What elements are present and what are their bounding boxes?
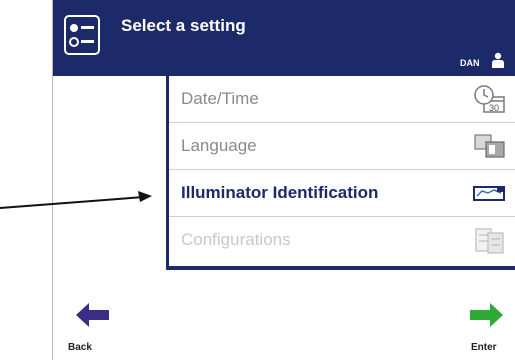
settings-list-inner: Date/Time 30 Language Illuminator Identi… — [169, 76, 515, 266]
setting-item-date-time[interactable]: Date/Time 30 — [169, 76, 515, 123]
page-title: Select a setting — [121, 16, 246, 35]
title-bar: Select a setting DAN — [53, 0, 515, 76]
enter-label: Enter — [471, 342, 497, 353]
setting-item-label: Date/Time — [181, 89, 259, 108]
setting-item-label: Language — [181, 136, 257, 155]
setting-item-illuminator-identification[interactable]: Illuminator Identification — [169, 170, 515, 217]
setting-item-label: Configurations — [181, 230, 291, 249]
enter-arrow-icon — [469, 302, 503, 328]
user-name: DAN — [460, 58, 480, 68]
device-screen: Select a setting DAN Date/Time 30 Langua… — [52, 0, 515, 360]
settings-menu-icon — [64, 15, 100, 55]
setting-item-configurations[interactable]: Configurations — [169, 217, 515, 263]
clock-calendar-icon: 30 — [472, 84, 506, 114]
settings-list: Date/Time 30 Language Illuminator Identi… — [166, 73, 515, 270]
back-arrow-icon — [76, 302, 110, 328]
back-label: Back — [68, 342, 92, 353]
language-icon — [472, 131, 506, 161]
svg-text:30: 30 — [489, 103, 499, 113]
user-icon — [490, 52, 506, 68]
configurations-icon — [472, 225, 506, 255]
setting-item-language[interactable]: Language — [169, 123, 515, 170]
illuminator-icon — [472, 178, 506, 208]
enter-button[interactable] — [469, 302, 503, 328]
setting-item-label: Illuminator Identification — [181, 183, 379, 202]
back-button[interactable] — [76, 302, 110, 328]
